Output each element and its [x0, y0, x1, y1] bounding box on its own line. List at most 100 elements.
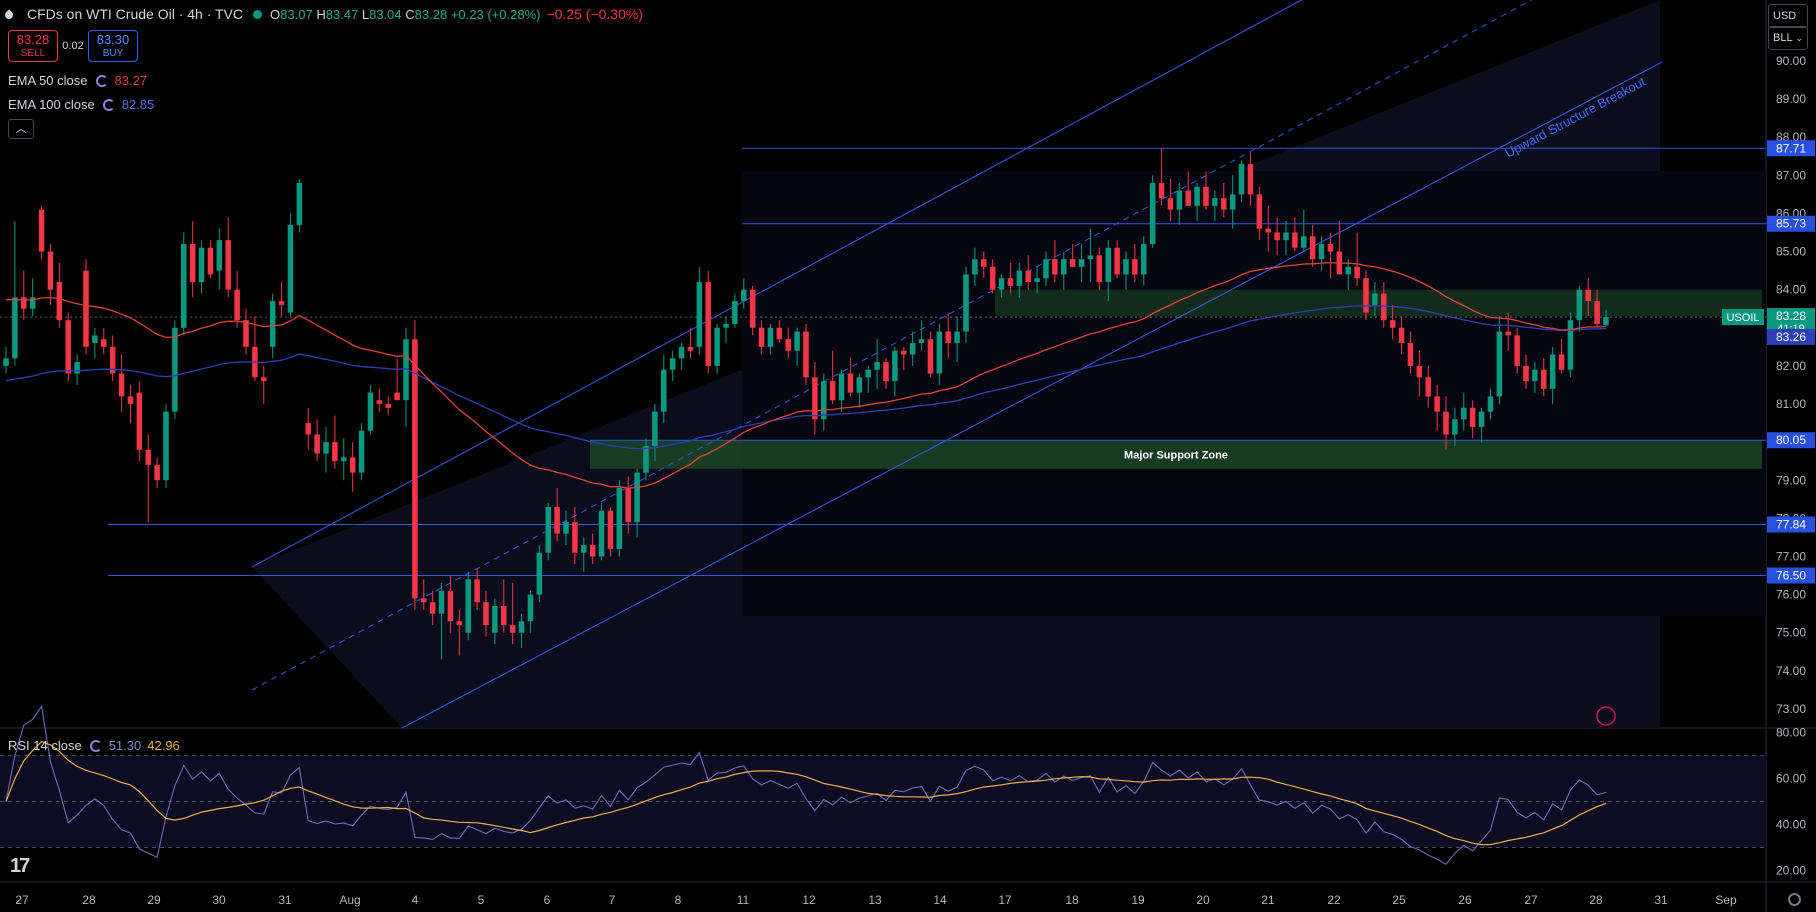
unit-selector[interactable]: BLL ⌄: [1768, 26, 1808, 50]
candle-body: [1221, 198, 1227, 210]
candle-body: [429, 602, 436, 614]
candle-body: [1158, 182, 1165, 199]
y-tick-label: 77.00: [1776, 549, 1806, 563]
candle-body: [56, 282, 63, 321]
candle-body: [349, 457, 356, 473]
candle-body: [1149, 182, 1156, 244]
tradingview-logo-icon: 17: [10, 855, 30, 877]
candle-body: [412, 339, 418, 599]
candle-body: [1007, 278, 1014, 286]
currency-selector[interactable]: USD: [1768, 4, 1808, 28]
candle-body: [527, 594, 534, 622]
candle-body: [669, 358, 676, 370]
candle-body: [1345, 266, 1351, 275]
candle-body: [1043, 259, 1049, 279]
zone-1: [995, 289, 1762, 317]
candle-body: [1594, 301, 1600, 324]
x-tick-label: 12: [802, 893, 816, 907]
x-tick-label: 17: [998, 893, 1012, 907]
candle-body: [581, 545, 587, 553]
candle-body: [981, 259, 987, 267]
candle-body: [1514, 335, 1520, 366]
candle-body: [1461, 407, 1467, 420]
x-tick-label: Aug: [339, 893, 360, 907]
candle-body: [1212, 198, 1218, 206]
candle-body: [1247, 163, 1254, 195]
candle-body: [1114, 247, 1120, 275]
rsi-settings-icon[interactable]: [89, 739, 102, 752]
candle-body: [305, 423, 311, 435]
candle-body: [172, 327, 178, 412]
candle-body: [47, 251, 54, 290]
candle-body: [1229, 194, 1236, 210]
x-tick-label: 22: [1327, 893, 1341, 907]
candle-body: [269, 301, 276, 347]
candle-body: [1372, 293, 1378, 305]
candle-body: [207, 247, 214, 275]
candle-body: [892, 350, 898, 382]
candle-body: [1256, 194, 1263, 229]
zone-label: Major Support Zone: [1124, 450, 1228, 462]
buy-button[interactable]: 83.30 BUY: [88, 30, 138, 62]
x-tick-label: Sep: [1715, 893, 1737, 907]
candle-body: [509, 625, 516, 633]
candle-body: [563, 522, 569, 534]
candle-body: [536, 552, 543, 595]
rsi-legend[interactable]: RSI 14 close 51.30 42.96: [8, 738, 180, 753]
candle-body: [358, 430, 365, 473]
candle-body: [678, 346, 685, 359]
candle-body: [936, 331, 943, 374]
candle-body: [332, 442, 338, 462]
change-value-secondary: −0.25 (−0.30%): [546, 6, 643, 22]
level-price-label: 77.84: [1776, 517, 1806, 531]
ema100-legend[interactable]: EMA 100 close 82.85: [8, 97, 154, 112]
candle-body: [1567, 320, 1574, 370]
candle-body: [1549, 354, 1556, 389]
candle-body: [1354, 266, 1360, 279]
level-price-label: 87.71: [1776, 141, 1806, 155]
candle-body: [74, 362, 80, 374]
candle-body: [625, 487, 631, 523]
candle-body: [829, 381, 836, 401]
x-tick-label: 8: [675, 893, 682, 907]
gear-icon[interactable]: [1788, 893, 1801, 906]
candle-body: [954, 331, 960, 344]
candle-body: [643, 445, 649, 473]
x-tick-label: 14: [933, 893, 947, 907]
candle-body: [492, 606, 498, 633]
collapse-legend-button[interactable]: ︿: [8, 119, 34, 139]
sell-button[interactable]: 83.28 SELL: [8, 30, 58, 62]
candle-body: [1469, 407, 1476, 427]
ema100-settings-icon[interactable]: [102, 98, 115, 111]
candle-body: [261, 377, 267, 382]
symbol-title[interactable]: CFDs on WTI Crude Oil · 4h · TVC: [27, 6, 243, 22]
candle-body: [198, 247, 205, 283]
candle-body: [1309, 236, 1316, 260]
candle-body: [65, 320, 71, 374]
candle-body: [287, 224, 294, 313]
candle-body: [598, 510, 605, 557]
candle-body: [225, 240, 231, 290]
candle-body: [101, 339, 107, 347]
candle-body: [189, 243, 196, 283]
x-tick-label: 30: [212, 893, 226, 907]
rsi-tick-label: 40.00: [1776, 818, 1806, 832]
candle-body: [1292, 232, 1298, 248]
candle-body: [821, 381, 827, 420]
candle-body: [589, 545, 596, 557]
candle-body: [1363, 278, 1369, 313]
candle-body: [634, 472, 640, 523]
candle-body: [1434, 396, 1440, 412]
ema50-settings-icon[interactable]: [95, 74, 108, 87]
candle-body: [394, 392, 400, 401]
candle-body: [758, 327, 765, 347]
candle-body: [154, 465, 160, 481]
ema50-legend[interactable]: EMA 50 close 83.27: [8, 73, 147, 88]
candle-body: [376, 400, 383, 405]
price-chart[interactable]: Major Support ZoneUpward Structure Break…: [0, 0, 1816, 912]
candle-body: [714, 327, 720, 366]
candle-body: [1558, 354, 1565, 370]
candle-body: [127, 396, 134, 405]
candle-body: [1318, 243, 1325, 260]
candle-body: [1034, 278, 1040, 283]
